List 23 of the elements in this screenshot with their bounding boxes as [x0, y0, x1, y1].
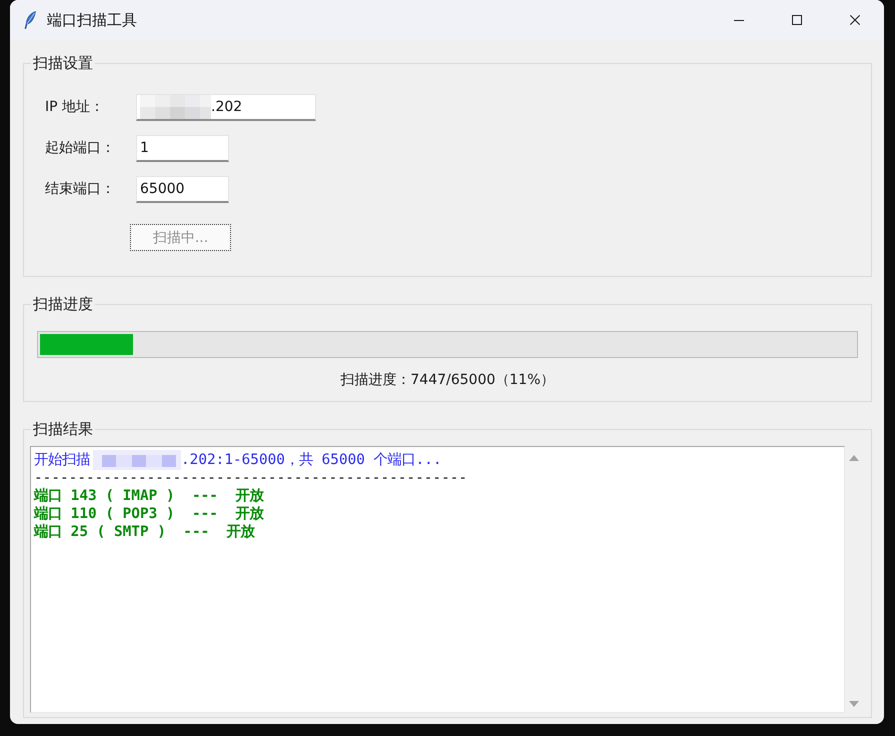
field-label: 结束端口： — [45, 180, 115, 199]
log-line: 端口 110 ( POP3 ) --- 开放 — [34, 505, 264, 523]
log-line: 端口 25 ( SMTP ) --- 开放 — [34, 523, 255, 541]
close-icon — [850, 15, 860, 25]
field-label: 起始端口： — [45, 139, 115, 158]
log-line: .202:1-65000，共 65000 个端口... — [181, 451, 442, 469]
panel-title: 扫描设置 — [32, 54, 94, 72]
progress-text: 扫描进度：7447/65000（11%） — [340, 371, 556, 389]
log-line: 开始扫描 — [34, 451, 90, 469]
input-field[interactable]: .202 — [136, 94, 316, 121]
log-line: 端口 143 ( IMAP ) --- 开放 — [34, 487, 264, 505]
feather-icon — [24, 11, 36, 29]
input-field[interactable]: 1 — [136, 135, 229, 162]
scroll-up-icon[interactable] — [848, 455, 858, 461]
log-line: -------------------------------------------------- — [34, 469, 468, 487]
maximize-icon — [792, 15, 802, 25]
panel-title: 扫描结果 — [32, 420, 94, 438]
scroll-down-icon[interactable] — [848, 701, 858, 707]
field-label: IP 地址： — [45, 98, 104, 117]
results-text-area[interactable]: 开始扫描 .202:1-65000，共 65000 个端口... -------------------------------------------------- 端口 143 ( IMAP ) --- 开放 端口 110 ( POP3 ) --- 开放 端口 25 ( SMTP ) --- 开放 — [30, 446, 845, 713]
input-field[interactable]: 65000 — [136, 176, 229, 203]
panel-title: 扫描进度 — [32, 295, 94, 313]
window-title: 端口扫描工具 — [47, 10, 137, 30]
